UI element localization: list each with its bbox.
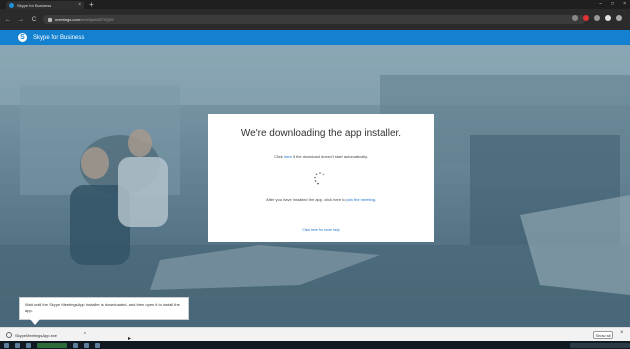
app-header: S Skype for Business <box>0 30 630 45</box>
start-icon[interactable] <box>4 342 9 348</box>
menu-icon[interactable] <box>616 15 622 21</box>
manual-download-suffix: if the download doesn't start automatica… <box>291 154 368 159</box>
extension-icon[interactable] <box>594 15 600 21</box>
url-path: /meet/join/B7XQ09 <box>79 17 114 22</box>
app-name: Skype for Business <box>33 34 85 41</box>
window-controls: – □ × <box>599 0 626 9</box>
tab-close-icon[interactable]: × <box>78 2 81 8</box>
download-options-chevron-icon[interactable]: ^ <box>84 332 86 338</box>
skype-favicon-icon <box>9 2 14 8</box>
reload-button[interactable]: C <box>30 17 38 23</box>
taskbar-app-icon[interactable] <box>73 342 78 348</box>
install-hint-tooltip: Wait until the Skype MeetingsApp Install… <box>19 297 189 320</box>
extension-icon[interactable] <box>583 15 589 21</box>
maximize-button[interactable]: □ <box>611 0 614 9</box>
url-text: meetings.com/meet/join/B7XQ09 <box>55 17 113 22</box>
taskbar-app-icon[interactable] <box>84 342 89 348</box>
taskbar-app-icon[interactable] <box>26 342 31 348</box>
screen: Skype for Business × + – □ × ← → C meeti… <box>0 0 630 349</box>
extension-icon[interactable] <box>572 15 578 21</box>
download-item[interactable]: SkypeMeetingsApp.exe ^ <box>6 330 86 340</box>
os-taskbar <box>0 341 630 349</box>
manual-download-text: Click here if the download doesn't start… <box>208 154 434 159</box>
taskbar-app-icon[interactable] <box>95 342 100 348</box>
join-meeting-link[interactable]: join the meeting <box>347 197 375 202</box>
loading-spinner-icon <box>314 172 325 185</box>
forward-button[interactable]: → <box>17 17 25 23</box>
manual-download-prefix: Click <box>274 154 284 159</box>
download-dialog: We're downloading the app installer. Cli… <box>208 114 434 242</box>
show-all-button[interactable]: Show all <box>593 331 613 339</box>
new-tab-button[interactable]: + <box>89 0 94 9</box>
taskbar-app-icon[interactable] <box>15 342 20 348</box>
browser-toolbar: ← → C meetings.com/meet/join/B7XQ09 <box>0 9 630 30</box>
browser-tab[interactable]: Skype for Business × <box>6 1 84 9</box>
download-shelf: SkypeMeetingsApp.exe ^ Show all × <box>0 327 630 341</box>
download-file-icon <box>6 332 12 338</box>
join-meeting-prefix: After you have installed the app, click … <box>265 197 347 202</box>
close-shelf-icon[interactable]: × <box>620 330 624 336</box>
address-bar[interactable]: meetings.com/meet/join/B7XQ09 <box>43 15 586 24</box>
url-host: meetings.com <box>55 17 80 22</box>
tooltip-arrow <box>30 319 40 325</box>
browser-tab-strip: Skype for Business × + – □ × <box>0 0 630 9</box>
dialog-title: We're downloading the app installer. <box>240 128 402 139</box>
join-meeting-suffix: . <box>374 197 377 202</box>
extension-icons <box>572 15 622 21</box>
download-filename: SkypeMeetingsApp.exe <box>15 332 58 338</box>
system-tray[interactable] <box>570 342 630 348</box>
close-window-button[interactable]: × <box>623 0 626 9</box>
minimize-button[interactable]: – <box>599 0 602 9</box>
back-button[interactable]: ← <box>4 17 12 23</box>
lock-icon <box>48 17 52 22</box>
taskbar-app-button[interactable] <box>37 342 67 348</box>
tab-title: Skype for Business <box>17 2 52 8</box>
manual-download-link[interactable]: here <box>284 154 292 159</box>
skype-logo-icon: S <box>18 33 27 42</box>
profile-avatar-icon[interactable] <box>605 15 611 21</box>
join-meeting-text: After you have installed the app, click … <box>208 197 434 202</box>
help-link[interactable]: Click here for more help <box>208 228 434 232</box>
